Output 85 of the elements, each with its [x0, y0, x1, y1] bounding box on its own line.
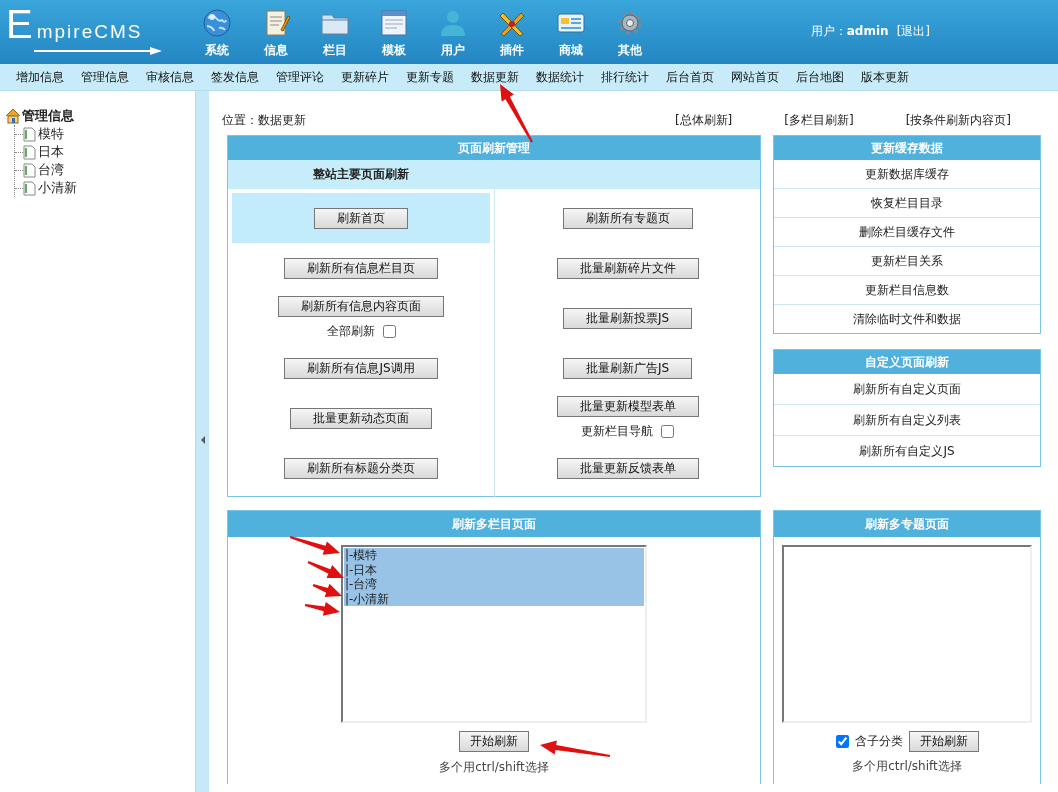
nav-item[interactable]: 模板: [369, 0, 419, 64]
tree-item[interactable]: 模特: [23, 125, 64, 143]
panel-title: 自定义页面刷新: [774, 350, 1040, 374]
menu-item[interactable]: 更新碎片: [341, 68, 389, 86]
nav-item[interactable]: 栏目: [310, 0, 360, 64]
logo-arrow-icon: [34, 47, 164, 55]
refresh-link[interactable]: [多栏目刷新]: [784, 111, 854, 129]
menu-item[interactable]: 后台首页: [666, 68, 714, 86]
refresh-button[interactable]: 刷新所有信息JS调用: [284, 357, 438, 379]
refresh-button[interactable]: 批量刷新广告JS: [562, 357, 693, 379]
menu-item[interactable]: 版本更新: [861, 68, 909, 86]
refresh-button[interactable]: 刷新所有信息内容页面: [278, 296, 444, 317]
menu-item[interactable]: 数据更新: [471, 68, 519, 86]
person-icon: [438, 8, 468, 38]
user-label: 用户：admin: [810, 22, 889, 40]
checkbox-label: 含子分类: [855, 733, 903, 750]
annotation-arrow: [307, 561, 344, 578]
refresh-button[interactable]: 批量更新动态页面: [290, 407, 432, 429]
nav-item[interactable]: 信息: [251, 0, 301, 64]
menu-item[interactable]: 后台地图: [796, 68, 844, 86]
start-refresh-button[interactable]: 开始刷新: [909, 731, 979, 752]
hint-text: 多个用ctrl/shift选择: [439, 759, 549, 776]
custom-menu-item[interactable]: 刷新所有自定义JS: [774, 436, 1040, 466]
panel-title: 刷新多栏目页面: [228, 511, 760, 537]
menu-item[interactable]: 管理评论: [276, 68, 324, 86]
refresh-button[interactable]: 批量刷新投票JS: [562, 307, 693, 329]
list-option[interactable]: |-台湾: [344, 577, 644, 592]
annotation-arrow: [304, 602, 340, 616]
list-option[interactable]: |-模特: [344, 548, 644, 563]
panel-title: 页面刷新管理: [228, 136, 760, 160]
cache-menu-item[interactable]: 恢复栏目目录: [774, 189, 1040, 218]
column-listbox[interactable]: |-模特 |-日本 |-台湾 |-小清新: [341, 545, 647, 723]
cache-menu-item[interactable]: 更新栏目信息数: [774, 276, 1040, 305]
tree-item[interactable]: 台湾: [23, 161, 64, 179]
refresh-button[interactable]: 批量更新模型表单: [556, 396, 699, 417]
section-title: 整站主要页面刷新: [312, 166, 410, 183]
annotation-arrow: [500, 84, 533, 143]
refresh-button[interactable]: 刷新首页: [314, 207, 408, 229]
refresh-button[interactable]: 刷新所有专题页: [562, 207, 693, 229]
checkbox[interactable]: [382, 325, 396, 338]
refresh-button[interactable]: 批量刷新碎片文件: [556, 257, 699, 279]
location-text: 位置：数据更新: [222, 111, 306, 129]
checkbox-label: 全部刷新: [326, 323, 375, 340]
menu-item[interactable]: 管理信息: [81, 68, 129, 86]
nav-item[interactable]: 其他: [605, 0, 655, 64]
nav-item[interactable]: 插件: [487, 0, 537, 64]
checkbox[interactable]: [661, 425, 674, 438]
refresh-link[interactable]: [总体刷新]: [674, 111, 733, 129]
tree-item[interactable]: 日本: [23, 143, 64, 161]
cache-menu-item[interactable]: 更新栏目关系: [774, 247, 1040, 276]
home-icon: [5, 108, 21, 124]
tree-item[interactable]: 小清新: [23, 179, 77, 197]
menu-item[interactable]: 排行统计: [601, 68, 649, 86]
refresh-button[interactable]: 批量更新反馈表单: [556, 457, 699, 479]
globe-icon: [202, 8, 232, 38]
menu-item[interactable]: 审核信息: [146, 68, 194, 86]
logo-text: EmpireCMS: [6, 9, 143, 47]
custom-menu-item[interactable]: 刷新所有自定义页面: [774, 374, 1040, 405]
cache-menu-item[interactable]: 删除栏目缓存文件: [774, 218, 1040, 247]
refresh-button[interactable]: 刷新所有信息栏目页: [284, 257, 438, 279]
nav-item[interactable]: 用户: [428, 0, 478, 64]
menu-item[interactable]: 数据统计: [536, 68, 584, 86]
panel-title: 刷新多专题页面: [774, 511, 1040, 537]
menu-item[interactable]: 增加信息: [16, 68, 64, 86]
tree-root[interactable]: 管理信息: [22, 107, 74, 125]
collapse-arrow-icon[interactable]: [200, 435, 205, 444]
refresh-link[interactable]: [按条件刷新内容页]: [905, 111, 1011, 129]
menu-item[interactable]: 签发信息: [211, 68, 259, 86]
checkbox[interactable]: [836, 735, 849, 748]
cache-menu-item[interactable]: 更新数据库缓存: [774, 160, 1040, 189]
custom-menu-item[interactable]: 刷新所有自定义列表: [774, 405, 1040, 436]
panel-title: 更新缓存数据: [774, 136, 1040, 160]
annotation-arrow: [540, 740, 611, 757]
nav-item[interactable]: 商城: [546, 0, 596, 64]
start-refresh-button[interactable]: 开始刷新: [459, 731, 529, 752]
annotation-arrow: [312, 583, 342, 597]
nav-item[interactable]: 系统: [192, 0, 242, 64]
window-icon: [379, 8, 409, 38]
menu-item[interactable]: 网站首页: [731, 68, 779, 86]
menu-item[interactable]: 更新专题: [406, 68, 454, 86]
refresh-button[interactable]: 刷新所有标题分类页: [284, 457, 438, 479]
annotation-arrow: [289, 536, 340, 555]
cache-menu-item[interactable]: 清除临时文件和数据: [774, 305, 1040, 333]
checkbox-label: 更新栏目导航: [581, 423, 653, 440]
hint-text: 多个用ctrl/shift选择: [851, 758, 963, 775]
